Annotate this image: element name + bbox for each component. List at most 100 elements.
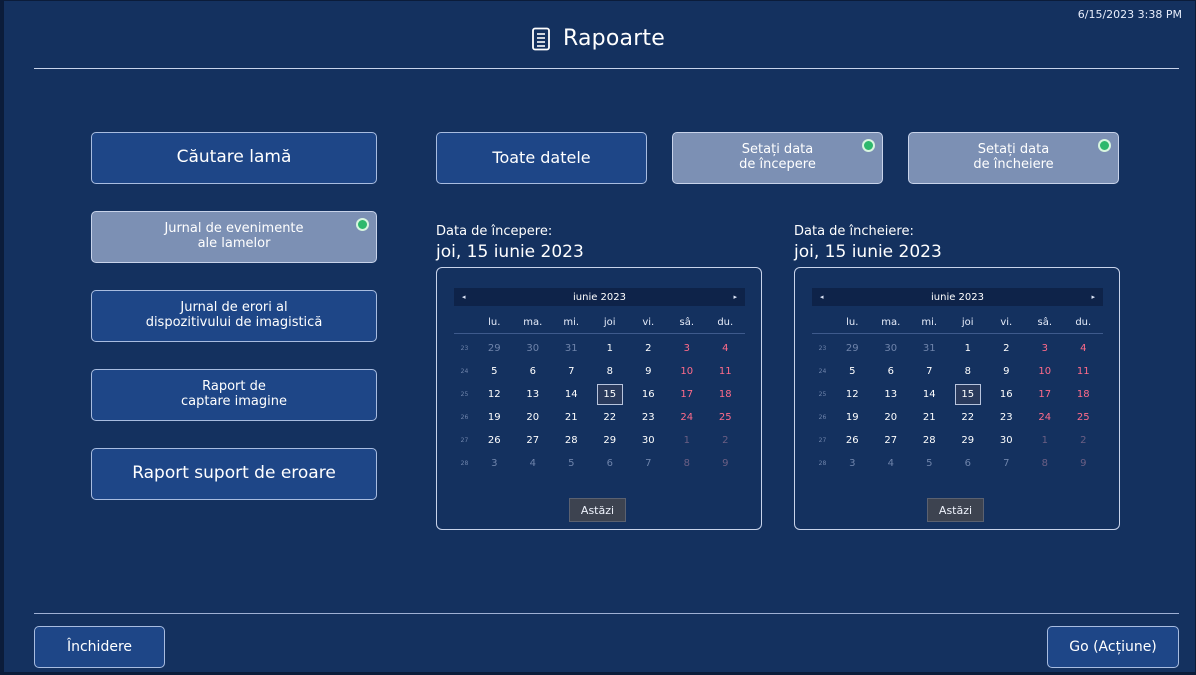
error-support-report-button[interactable]: Raport suport de eroare (91, 448, 377, 500)
calendar-day[interactable]: 4 (706, 343, 745, 354)
calendar-day[interactable]: 7 (910, 366, 949, 377)
calendar-day[interactable]: 6 (949, 458, 988, 469)
calendar-day[interactable]: 25 (706, 412, 745, 423)
calendar-day[interactable]: 25 (1064, 412, 1103, 423)
calendar-day-selected[interactable]: 15 (949, 384, 988, 405)
calendar-day[interactable]: 19 (833, 412, 872, 423)
calendar-day[interactable]: 1 (591, 343, 630, 354)
calendar-day[interactable]: 11 (1064, 366, 1103, 377)
calendar-day[interactable]: 22 (591, 412, 630, 423)
calendar-day[interactable]: 11 (706, 366, 745, 377)
calendar-day[interactable]: 22 (949, 412, 988, 423)
calendar-day[interactable]: 27 (514, 435, 553, 446)
calendar-day[interactable]: 30 (629, 435, 668, 446)
calendar-day-selected[interactable]: 15 (591, 384, 630, 405)
calendar-day[interactable]: 7 (552, 366, 591, 377)
calendar-day[interactable]: 3 (475, 458, 514, 469)
calendar-day[interactable]: 26 (475, 435, 514, 446)
imager-error-log-button[interactable]: Jurnal de erori al dispozitivului de ima… (91, 290, 377, 342)
calendar-day[interactable]: 9 (629, 366, 668, 377)
calendar-day[interactable]: 4 (514, 458, 553, 469)
calendar-day[interactable]: 16 (629, 389, 668, 400)
calendar-day[interactable]: 8 (668, 458, 707, 469)
calendar-day[interactable]: 31 (552, 343, 591, 354)
calendar-day[interactable]: 14 (910, 389, 949, 400)
calendar-day[interactable]: 1 (1026, 435, 1065, 446)
slide-event-log-button[interactable]: Jurnal de evenimente ale lamelor (91, 211, 377, 263)
calendar-day[interactable]: 16 (987, 389, 1026, 400)
calendar-day[interactable]: 3 (668, 343, 707, 354)
next-month-icon[interactable]: ▸ (1091, 293, 1095, 301)
calendar-day[interactable]: 24 (1026, 412, 1065, 423)
set-end-date-button[interactable]: Setați data de încheiere (908, 132, 1119, 184)
go-action-button[interactable]: Go (Acțiune) (1047, 626, 1179, 668)
calendar-day[interactable]: 21 (552, 412, 591, 423)
calendar-day[interactable]: 29 (475, 343, 514, 354)
calendar-day[interactable]: 5 (910, 458, 949, 469)
calendar-day[interactable]: 8 (1026, 458, 1065, 469)
calendar-day[interactable]: 7 (629, 458, 668, 469)
calendar-day[interactable]: 13 (514, 389, 553, 400)
calendar-day[interactable]: 14 (552, 389, 591, 400)
calendar-day[interactable]: 5 (552, 458, 591, 469)
search-slide-button[interactable]: Căutare lamă (91, 132, 377, 184)
calendar-day[interactable]: 9 (706, 458, 745, 469)
image-capture-report-button[interactable]: Raport de captare imagine (91, 369, 377, 421)
calendar-day[interactable]: 13 (872, 389, 911, 400)
calendar-day[interactable]: 8 (949, 366, 988, 377)
calendar-day[interactable]: 1 (668, 435, 707, 446)
today-button[interactable]: Astăzi (569, 498, 626, 522)
calendar-day[interactable]: 30 (514, 343, 553, 354)
calendar-day[interactable]: 28 (910, 435, 949, 446)
calendar-day[interactable]: 3 (833, 458, 872, 469)
calendar-day[interactable]: 12 (475, 389, 514, 400)
calendar-day[interactable]: 29 (949, 435, 988, 446)
calendar-day[interactable]: 17 (1026, 389, 1065, 400)
calendar-day[interactable]: 26 (833, 435, 872, 446)
calendar-day[interactable]: 4 (1064, 343, 1103, 354)
calendar-day[interactable]: 7 (987, 458, 1026, 469)
calendar-day[interactable]: 18 (1064, 389, 1103, 400)
calendar-day[interactable]: 8 (591, 366, 630, 377)
close-button[interactable]: Închidere (34, 626, 165, 668)
calendar-day[interactable]: 29 (833, 343, 872, 354)
calendar-day[interactable]: 9 (1064, 458, 1103, 469)
calendar-day[interactable]: 2 (629, 343, 668, 354)
calendar-day[interactable]: 10 (668, 366, 707, 377)
calendar-day[interactable]: 28 (552, 435, 591, 446)
calendar-day[interactable]: 5 (833, 366, 872, 377)
calendar-day[interactable]: 2 (1064, 435, 1103, 446)
today-button[interactable]: Astăzi (927, 498, 984, 522)
calendar-day[interactable]: 6 (872, 366, 911, 377)
calendar-day[interactable]: 20 (872, 412, 911, 423)
calendar-day[interactable]: 31 (910, 343, 949, 354)
next-month-icon[interactable]: ▸ (733, 293, 737, 301)
calendar-day[interactable]: 24 (668, 412, 707, 423)
calendar-day[interactable]: 30 (987, 435, 1026, 446)
calendar-day[interactable]: 29 (591, 435, 630, 446)
calendar-day[interactable]: 6 (514, 366, 553, 377)
calendar-day[interactable]: 17 (668, 389, 707, 400)
calendar-day[interactable]: 1 (949, 343, 988, 354)
calendar-day[interactable]: 23 (987, 412, 1026, 423)
calendar-day[interactable]: 27 (872, 435, 911, 446)
calendar-day[interactable]: 4 (872, 458, 911, 469)
prev-month-icon[interactable]: ◂ (820, 293, 824, 301)
calendar-day[interactable]: 18 (706, 389, 745, 400)
calendar-day[interactable]: 10 (1026, 366, 1065, 377)
calendar-day[interactable]: 3 (1026, 343, 1065, 354)
calendar-day[interactable]: 19 (475, 412, 514, 423)
set-start-date-button[interactable]: Setați data de începere (672, 132, 883, 184)
prev-month-icon[interactable]: ◂ (462, 293, 466, 301)
calendar-day[interactable]: 2 (706, 435, 745, 446)
calendar-day[interactable]: 9 (987, 366, 1026, 377)
calendar-day[interactable]: 6 (591, 458, 630, 469)
all-dates-button[interactable]: Toate datele (436, 132, 647, 184)
calendar-day[interactable]: 20 (514, 412, 553, 423)
calendar-day[interactable]: 23 (629, 412, 668, 423)
calendar-day[interactable]: 30 (872, 343, 911, 354)
calendar-day[interactable]: 2 (987, 343, 1026, 354)
calendar-day[interactable]: 21 (910, 412, 949, 423)
calendar-day[interactable]: 12 (833, 389, 872, 400)
calendar-day[interactable]: 5 (475, 366, 514, 377)
